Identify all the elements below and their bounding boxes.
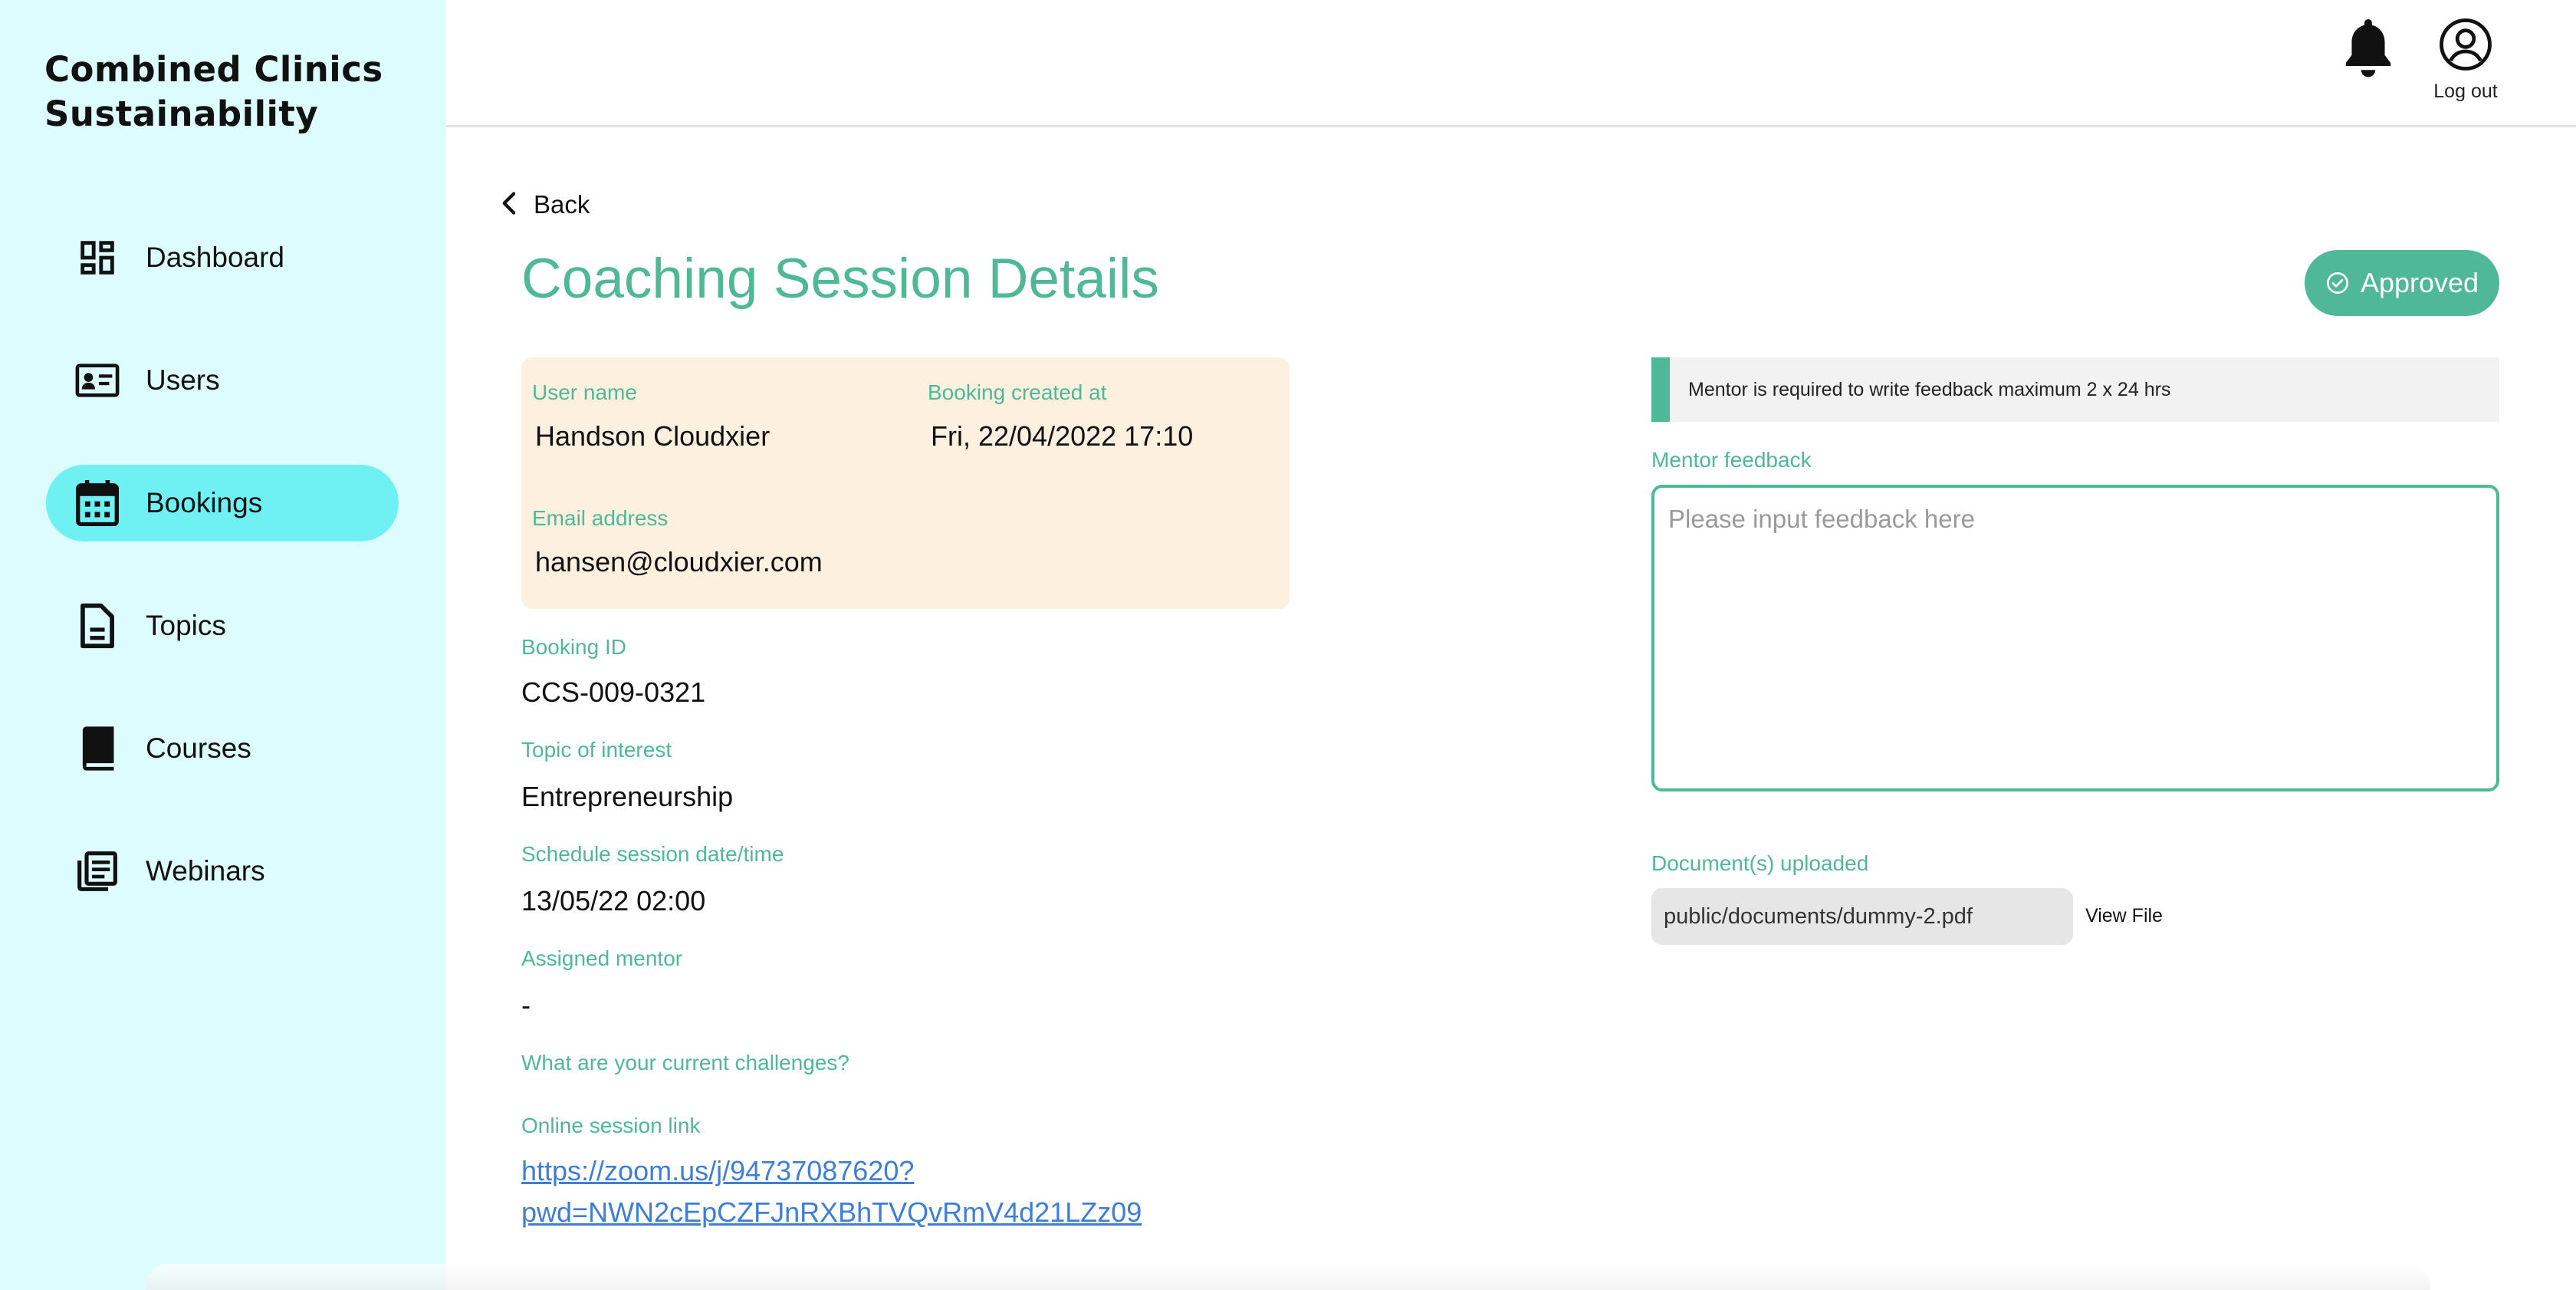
sidebar-item-label: Users [146,364,220,396]
sidebar-item-courses[interactable]: Courses [46,710,399,787]
status-label: Approved [2360,267,2479,298]
booking-created-label: Booking created at [928,380,1107,404]
id-card-icon [75,358,120,403]
back-button[interactable]: Back [500,190,590,219]
sidebar-item-label: Webinars [146,855,265,887]
topic-value: Entrepreneurship [521,781,734,812]
check-circle-icon [2325,271,2350,295]
back-label: Back [534,190,590,219]
email-value: hansen@cloudxier.com [535,546,823,578]
brand-line-2: Sustainability [44,94,319,134]
user-info-card: User name Handson Cloudxier Booking crea… [521,357,1290,609]
session-link-line-2: pwd=NWN2cEpCZFJnRXBhTVQvRmV4d21LZz09 [521,1196,1142,1228]
brand-line-1: Combined Clinics [44,49,383,90]
sidebar-item-bookings[interactable]: Bookings [46,465,399,541]
document-icon [75,603,120,649]
sidebar-item-dashboard[interactable]: Dashboard [46,219,399,296]
session-link-label: Online session link [521,1114,701,1137]
feedback-notice-text: Mentor is required to write feedback max… [1688,378,2171,400]
bell-icon[interactable] [2340,17,2397,78]
page-title: Coaching Session Details [521,248,1159,310]
user-name-label: User name [532,380,637,404]
user-circle-icon [2438,17,2493,76]
sidebar-item-webinars[interactable]: Webinars [46,833,399,910]
challenges-label: What are your current challenges? [521,1051,849,1074]
schedule-value: 13/05/22 02:00 [521,885,706,916]
topic-label: Topic of interest [521,738,672,762]
logout-label: Log out [2433,81,2498,102]
view-file-button[interactable]: View File [2085,905,2163,927]
sidebar-item-users[interactable]: Users [46,342,399,419]
main-content: Log out Back Coaching Session Details Ap… [446,0,2576,1290]
email-label: Email address [532,506,669,530]
mentor-feedback-label: Mentor feedback [1651,448,1812,472]
calendar-icon [75,480,120,526]
mentor-feedback-input[interactable] [1651,485,2499,791]
document-path-field: public/documents/dummy-2.pdf [1651,888,2073,945]
status-badge: Approved [2305,250,2499,316]
dashboard-icon [75,235,120,280]
booking-created-value: Fri, 22/04/2022 17:10 [931,420,1194,452]
book-icon [75,726,120,771]
schedule-label: Schedule session date/time [521,842,784,866]
bottom-shadow [146,1264,2430,1290]
chevron-left-icon [500,191,517,219]
documents-label: Document(s) uploaded [1651,851,1869,875]
brand-logo: Combined Clinics Sustainability [44,48,383,137]
mentor-value: - [521,989,531,1021]
session-link[interactable]: https://zoom.us/j/94737087620? pwd=NWN2c… [521,1150,1142,1233]
feedback-notice: Mentor is required to write feedback max… [1651,357,2499,422]
booking-id-value: CCS-009-0321 [521,676,706,708]
top-bar: Log out [446,0,2576,127]
sidebar-item-label: Dashboard [146,242,285,273]
user-name-value: Handson Cloudxier [535,420,770,452]
sidebar-item-label: Bookings [146,487,263,518]
newspaper-icon [75,849,120,893]
sidebar: Combined Clinics Sustainability Dashboar… [0,0,446,1290]
document-path: public/documents/dummy-2.pdf [1664,903,1973,929]
sidebar-item-topics[interactable]: Topics [46,587,399,664]
logout-button[interactable]: Log out [2420,17,2512,109]
mentor-label: Assigned mentor [521,946,683,970]
booking-id-label: Booking ID [521,635,626,659]
session-link-line-1: https://zoom.us/j/94737087620? [521,1155,915,1186]
sidebar-item-label: Courses [146,732,251,764]
sidebar-item-label: Topics [146,610,226,641]
